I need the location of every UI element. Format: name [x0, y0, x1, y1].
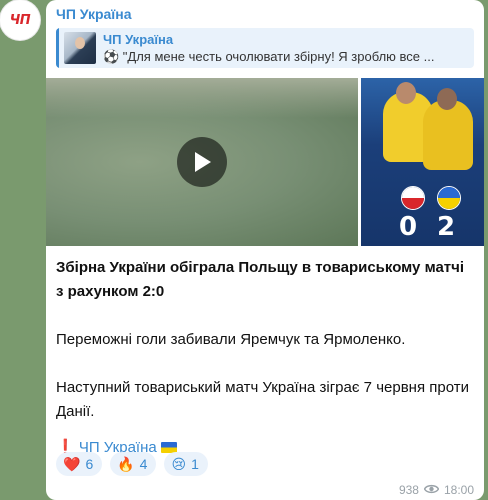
play-icon[interactable] [177, 137, 227, 187]
reaction-count: 1 [191, 456, 199, 472]
poland-flag-icon [401, 186, 425, 210]
message-bubble: ЧП Україна ЧП Україна ⚽ "Для мене честь … [46, 0, 484, 500]
media-album: 0 2 [46, 78, 484, 246]
reaction-count: 4 [139, 456, 148, 472]
message-text: Збірна України обіграла Польщу в товарис… [56, 256, 474, 460]
reply-text: ⚽ "Для мене честь очолювати збірну! Я зр… [103, 49, 435, 64]
reply-preview[interactable]: ЧП Україна ⚽ "Для мене честь очолювати з… [56, 28, 474, 68]
player-figure [423, 100, 473, 170]
reply-author: ЧП Україна [103, 32, 174, 47]
score-right: 2 [437, 212, 456, 242]
message-paragraph: Переможні голи забивали Яремчук та Ярмол… [56, 331, 406, 348]
video-thumbnail[interactable] [46, 78, 358, 246]
message-meta: 938 18:00 [399, 483, 474, 497]
view-count: 938 [398, 483, 419, 497]
photo-thumbnail[interactable]: 0 2 [361, 78, 484, 246]
fire-icon: 🔥 [117, 456, 135, 472]
message-headline: Збірна України обіграла Польщу в товарис… [56, 259, 465, 300]
reply-accent-bar [56, 28, 59, 68]
eye-icon [423, 483, 440, 497]
channel-logo: ЧП [9, 12, 31, 28]
channel-name[interactable]: ЧП Україна [56, 6, 132, 22]
match-score: 0 2 [361, 212, 484, 242]
message-paragraph: Наступний товариський матч Україна зігра… [56, 379, 469, 420]
reaction-count: 6 [85, 456, 94, 472]
crying-face-icon: 😢 [171, 456, 187, 472]
reactions-bar: ❤️ 6 🔥 4 😢 1 [56, 452, 208, 476]
message-time: 18:00 [443, 483, 474, 497]
heart-icon: ❤️ [63, 456, 81, 472]
reaction-heart[interactable]: ❤️ 6 [56, 452, 103, 476]
reaction-fire[interactable]: 🔥 4 [110, 452, 157, 476]
reaction-crying[interactable]: 😢 1 [164, 452, 208, 476]
score-left: 0 [399, 212, 418, 242]
ukraine-flag-icon [437, 186, 461, 210]
reply-thumbnail [64, 32, 96, 64]
channel-avatar[interactable]: ЧП [0, 0, 40, 40]
